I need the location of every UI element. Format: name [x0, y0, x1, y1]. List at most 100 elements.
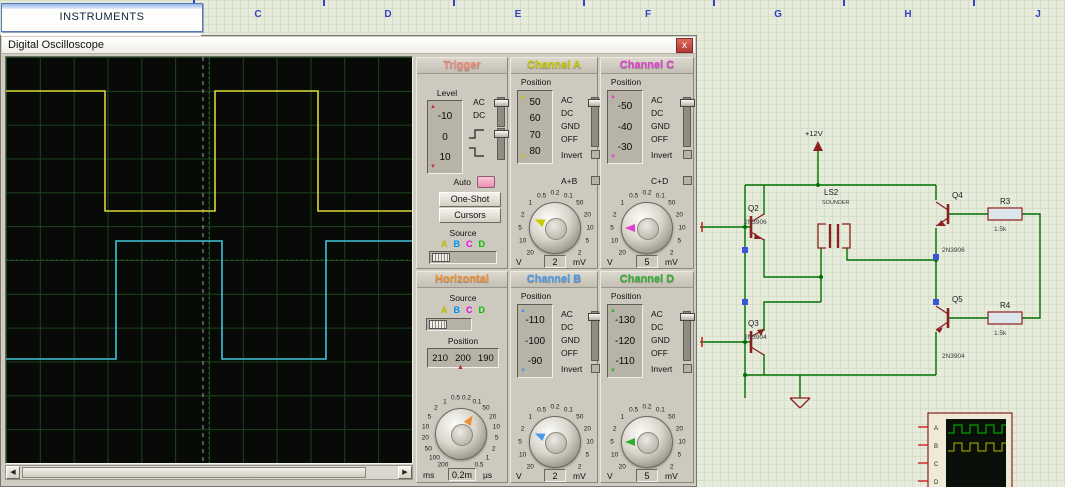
level-up-arrow[interactable]: ▲: [430, 104, 436, 110]
knob-pointer: [621, 416, 673, 468]
node-markers: [742, 247, 939, 305]
rising-edge-icon[interactable]: [467, 128, 487, 140]
mini-channel-label: C: [934, 462, 939, 468]
value-label: SOUNDER: [822, 200, 850, 206]
schematic-canvas[interactable]: C D E F G H J +12V Q2 2N3906 Q3 2N3904 Q4 2N39…: [0, 0, 1065, 487]
trigger-source-slider[interactable]: [429, 251, 497, 264]
scrollbar-track[interactable]: [20, 466, 398, 479]
volts-div-value: 2: [544, 255, 566, 268]
trigger-source-letters[interactable]: ABCD: [425, 239, 501, 249]
window-titlebar[interactable]: Digital Oscilloscope x: [2, 37, 695, 54]
unit-millivolts: mV: [665, 257, 678, 267]
scroll-right-icon[interactable]: ▶: [398, 466, 412, 479]
unit-us: µs: [483, 470, 493, 480]
ref-label: R3: [1000, 197, 1011, 206]
level-down-arrow[interactable]: ▼: [430, 164, 436, 170]
knob-pointer: [621, 202, 673, 254]
unit-volts: V: [516, 471, 522, 481]
value-label: 1.5k: [994, 226, 1007, 233]
unit-ms: ms: [423, 470, 435, 480]
mini-scope-screen: [946, 419, 1006, 487]
ref-label: Q3: [748, 319, 759, 328]
trigger-title: Trigger: [417, 58, 507, 74]
column-header: F: [644, 9, 652, 20]
column-header: G: [774, 9, 782, 20]
transistor-q5[interactable]: Q5 2N3904: [935, 295, 965, 360]
trigger-panel: Trigger Level ▲ ▼ -10 0 10 AC DC Auto On…: [416, 57, 509, 269]
mini-scope-pins: [918, 426, 928, 482]
wires[interactable]: [700, 150, 1041, 398]
scope-traces: [6, 57, 412, 463]
horizontal-panel: Horizontal Source ABCD Position 210 200 19…: [416, 271, 508, 483]
value-label: 2N3906: [744, 219, 767, 226]
scroll-left-icon[interactable]: ◀: [6, 466, 20, 479]
column-headers: CDEFGHJ: [193, 9, 1065, 22]
level-values: -10 0 10: [437, 110, 453, 164]
ref-label: LS2: [824, 188, 839, 197]
value-label: 2N3904: [744, 334, 767, 341]
wire-junctions: [743, 183, 938, 377]
volts-div-value: 5: [636, 255, 658, 268]
column-header: C: [254, 9, 262, 20]
column-header: D: [384, 9, 392, 20]
value-label: 1.5k: [994, 330, 1007, 337]
power-symbol[interactable]: +12V: [805, 129, 823, 151]
transistor-q2[interactable]: Q2 2N3906: [744, 204, 767, 241]
unit-volts: V: [607, 471, 613, 481]
column-ruler-ticks: [193, 0, 977, 6]
volts-div-value: 5: [636, 469, 658, 482]
channel-c-panel: Channel C Position ▲ ▼ -50 -40 -30 AC DC GND…: [600, 57, 695, 269]
mini-trace-green: [948, 424, 1006, 434]
mini-channel-label: B: [934, 444, 938, 450]
scrollbar-thumb[interactable]: [22, 467, 366, 478]
volts-div-value: 2: [544, 469, 566, 482]
value-label: 2N3904: [942, 353, 965, 360]
scope-display: [5, 56, 413, 464]
channel-d-panel: Channel D Position ▲ ▼ -130 -120 -110 AC DC…: [600, 271, 695, 483]
ref-label: R4: [1000, 301, 1011, 310]
channel-a-panel: Channel A Position ▲ ▼ 50 60 70 80 AC DC GND O…: [510, 57, 603, 269]
auto-indicator-led[interactable]: [477, 176, 495, 188]
cursors-button[interactable]: Cursors: [439, 208, 501, 223]
trigger-coupling-options: AC DC: [473, 97, 486, 120]
column-header: H: [904, 9, 912, 20]
edge-select-slider[interactable]: [494, 128, 509, 160]
unit-volts: V: [607, 257, 613, 267]
column-header: J: [1035, 9, 1041, 20]
unit-millivolts: mV: [573, 257, 586, 267]
mini-channel-label: A: [934, 426, 938, 432]
sounder-ls2[interactable]: LS2 SOUNDER: [817, 188, 851, 249]
ref-label: Q5: [952, 295, 963, 304]
unit-millivolts: mV: [665, 471, 678, 481]
trigger-coupling-slider[interactable]: [494, 97, 509, 127]
value-label: 2N3906: [942, 247, 965, 254]
column-header: E: [514, 9, 522, 20]
ref-label: Q2: [748, 204, 759, 213]
ground-symbol[interactable]: [789, 397, 811, 409]
instruments-tab[interactable]: INSTRUMENTS: [1, 3, 203, 32]
instruments-tab-highlight: [2, 4, 202, 9]
time-div-value: 0.2m: [448, 468, 476, 481]
resistor-r4[interactable]: R4 1.5k: [987, 301, 1023, 337]
power-label: +12V: [805, 129, 823, 138]
ref-label: Q4: [952, 191, 963, 200]
mini-oscilloscope[interactable]: A B C D: [918, 412, 1013, 487]
unit-volts: V: [516, 257, 522, 267]
display-scrollbar[interactable]: ◀ ▶: [5, 465, 413, 480]
falling-edge-icon[interactable]: [467, 146, 487, 158]
transistor-q3[interactable]: Q3 2N3904: [744, 319, 767, 356]
transistor-q4[interactable]: Q4 2N3906: [935, 191, 965, 254]
level-label: Level: [436, 88, 458, 98]
auto-label: Auto: [453, 177, 472, 187]
mini-trace-yellow: [948, 442, 1006, 452]
unit-millivolts: mV: [573, 471, 586, 481]
channel-b-panel: Channel B Position ▲ ▼ -110 -100 -90 AC DC G…: [510, 271, 603, 483]
oscilloscope-window[interactable]: Digital Oscilloscope x ◀ ▶ Trigger Level…: [0, 35, 697, 487]
trigger-source-label: Source: [449, 228, 477, 238]
window-title: Digital Oscilloscope: [8, 39, 104, 51]
one-shot-button[interactable]: One-Shot: [439, 192, 501, 207]
resistor-r3[interactable]: R3 1.5k: [987, 197, 1023, 233]
mini-channel-label: D: [934, 480, 939, 486]
close-button[interactable]: x: [676, 38, 693, 53]
trigger-level-display[interactable]: ▲ ▼ -10 0 10: [427, 100, 463, 174]
